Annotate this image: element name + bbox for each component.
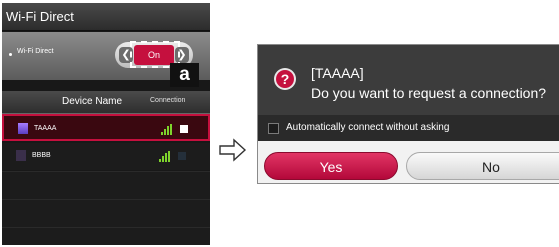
device-name: BBBB — [32, 152, 51, 159]
signal-icon — [161, 124, 173, 135]
empty-list-row — [2, 227, 210, 245]
device-icon — [16, 150, 26, 161]
device-row[interactable]: BBBB — [2, 143, 210, 170]
connection-checkbox[interactable] — [180, 125, 188, 133]
signal-icon — [159, 151, 171, 162]
device-icon — [18, 123, 28, 134]
yes-button[interactable]: Yes — [264, 152, 398, 180]
empty-list-row — [2, 199, 210, 227]
screen-title: Wi-Fi Direct — [2, 3, 210, 31]
bullet-icon — [9, 53, 12, 56]
no-button[interactable]: No — [406, 152, 559, 180]
device-row[interactable]: TAAAA — [2, 114, 210, 141]
device-name: TAAAA — [34, 125, 57, 132]
callout-label: a — [170, 63, 199, 87]
wifi-direct-label: Wi-Fi Direct — [17, 48, 54, 55]
empty-list-row — [2, 171, 210, 199]
connection-checkbox[interactable] — [178, 152, 186, 160]
dialog-message-area: ? [TAAAA] Do you want to request a conne… — [258, 45, 559, 115]
dialog-question: Do you want to request a connection? — [311, 85, 547, 101]
question-icon: ? — [274, 68, 296, 90]
column-connection: Connection — [150, 97, 186, 104]
auto-connect-label[interactable]: Automatically connect without asking — [286, 122, 449, 133]
arrow-right-icon — [219, 138, 247, 162]
connection-request-dialog: ? [TAAAA] Do you want to request a conne… — [257, 44, 559, 184]
dialog-device-name: [TAAAA] — [311, 65, 364, 81]
auto-connect-checkbox[interactable] — [268, 123, 279, 134]
wifi-direct-screen: Wi-Fi Direct Wi-Fi Direct ❮ On ❯ a Devic… — [2, 3, 210, 245]
auto-connect-row[interactable]: Automatically connect without asking — [258, 115, 559, 141]
column-device-name: Device Name — [62, 96, 123, 107]
device-list-header: Device Name Connection — [2, 91, 210, 114]
